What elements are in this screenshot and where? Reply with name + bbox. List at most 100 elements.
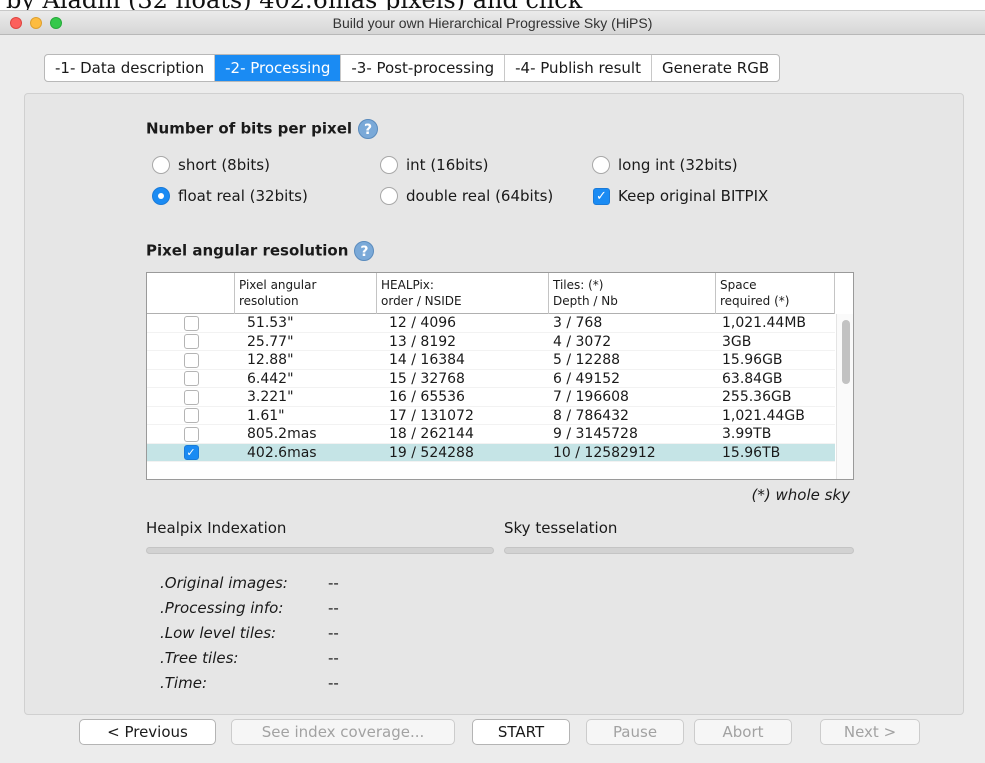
table-cell-order-nside: 18 / 262144 bbox=[389, 426, 474, 442]
help-icon[interactable]: ? bbox=[358, 119, 379, 139]
table-scrollbar[interactable] bbox=[836, 314, 853, 479]
row-checkbox[interactable] bbox=[183, 334, 199, 349]
table-cell-space: 15.96GB bbox=[722, 352, 783, 368]
table-cell-order-nside: 19 / 524288 bbox=[389, 444, 474, 461]
header-line: Tiles: (*) bbox=[553, 278, 604, 292]
table-cell-depth-nb: 4 / 3072 bbox=[553, 333, 612, 350]
row-checkbox[interactable] bbox=[183, 315, 199, 331]
checkmark-icon[interactable]: ✓ bbox=[183, 445, 199, 460]
table-row[interactable]: 12.88" 14 / 16384 5 / 12288 15.96GB bbox=[147, 351, 835, 370]
table-cell-order-nside: 12 / 4096 bbox=[389, 315, 457, 331]
radio-label: long int (32bits) bbox=[618, 156, 738, 174]
table-row[interactable]: 805.2mas 18 / 262144 9 / 3145728 3.99TB bbox=[147, 425, 835, 444]
pixel-resolution-heading: Pixel angular resolution? bbox=[146, 241, 375, 261]
tab-publish-result[interactable]: -4- Publish result bbox=[505, 55, 652, 81]
table-cell-resolution: 402.6mas bbox=[247, 444, 317, 461]
column-header-healpix[interactable]: HEALPix: order / NSIDE bbox=[377, 273, 549, 314]
abort-button[interactable]: Abort bbox=[694, 719, 792, 745]
title-bar: Build your own Hierarchical Progressive … bbox=[0, 11, 985, 35]
table-row[interactable]: 1.61" 17 / 131072 8 / 786432 1,021.44GB bbox=[147, 407, 835, 425]
info-processing-info: .Processing info: -- bbox=[160, 599, 339, 621]
header-line: required (*) bbox=[720, 294, 790, 308]
info-key: .Original images: bbox=[160, 574, 288, 592]
column-header-resolution[interactable]: Pixel angular resolution bbox=[235, 273, 377, 314]
table-cell-resolution: 25.77" bbox=[247, 333, 294, 350]
radio-circle[interactable] bbox=[380, 187, 398, 205]
table-row[interactable]: ✓ 402.6mas 19 / 524288 10 / 12582912 15.96TB bbox=[147, 443, 835, 462]
next-button[interactable]: Next > bbox=[820, 719, 920, 745]
table-cell-depth-nb: 6 / 49152 bbox=[553, 370, 621, 387]
radio-circle-selected[interactable] bbox=[152, 187, 170, 205]
radio-circle[interactable] bbox=[380, 156, 398, 174]
row-checkbox[interactable] bbox=[183, 352, 199, 368]
tab-bar: -1- Data description -2- Processing -3- … bbox=[44, 54, 781, 82]
radio-long-int-32bits[interactable]: long int (32bits) bbox=[592, 154, 738, 176]
row-checkbox[interactable] bbox=[183, 408, 199, 423]
row-select-cell[interactable] bbox=[147, 407, 235, 425]
header-line: HEALPix: bbox=[381, 278, 434, 292]
info-key: .Processing info: bbox=[160, 599, 284, 617]
radio-label: float real (32bits) bbox=[178, 187, 308, 205]
row-select-cell[interactable] bbox=[147, 351, 235, 369]
checkmark-icon[interactable]: ✓ bbox=[593, 187, 610, 205]
table-header: Pixel angular resolution HEALPix: order … bbox=[147, 273, 835, 314]
keep-bitpix-checkbox[interactable]: ✓ Keep original BITPIX bbox=[593, 185, 768, 207]
radio-label: double real (64bits) bbox=[406, 187, 554, 205]
whole-sky-footnote: (*) whole sky bbox=[751, 486, 850, 504]
column-header-select bbox=[147, 273, 235, 314]
table-cell-resolution: 12.88" bbox=[247, 352, 294, 368]
table-cell-resolution: 3.221" bbox=[247, 389, 294, 405]
info-value: -- bbox=[328, 574, 339, 592]
table-row[interactable]: 25.77" 13 / 8192 4 / 3072 3GB bbox=[147, 333, 835, 351]
table-cell-resolution: 1.61" bbox=[247, 407, 285, 424]
row-select-cell[interactable]: ✓ bbox=[147, 444, 235, 462]
tab-data-description[interactable]: -1- Data description bbox=[45, 55, 216, 81]
radio-int-16bits[interactable]: int (16bits) bbox=[380, 154, 489, 176]
header-line: Pixel angular bbox=[239, 278, 317, 292]
table-cell-space: 255.36GB bbox=[722, 389, 792, 405]
info-tree-tiles: .Tree tiles: -- bbox=[160, 649, 339, 671]
table-cell-order-nside: 16 / 65536 bbox=[389, 389, 465, 405]
see-index-coverage-button[interactable]: See index coverage... bbox=[231, 719, 455, 745]
table-cell-space: 63.84GB bbox=[722, 370, 783, 387]
row-select-cell[interactable] bbox=[147, 333, 235, 351]
tab-generate-rgb[interactable]: Generate RGB bbox=[652, 55, 779, 81]
bits-per-pixel-title: Number of bits per pixel bbox=[146, 119, 353, 138]
healpix-progress-bar bbox=[146, 547, 494, 554]
header-line: Depth / Nb bbox=[553, 294, 618, 308]
radio-circle[interactable] bbox=[592, 156, 610, 174]
pause-button[interactable]: Pause bbox=[586, 719, 684, 745]
row-checkbox[interactable] bbox=[183, 371, 199, 386]
radio-short-8bits[interactable]: short (8bits) bbox=[152, 154, 270, 176]
table-row[interactable]: 6.442" 15 / 32768 6 / 49152 63.84GB bbox=[147, 370, 835, 388]
previous-button[interactable]: < Previous bbox=[79, 719, 216, 745]
tab-post-processing[interactable]: -3- Post-processing bbox=[341, 55, 506, 81]
row-checkbox[interactable] bbox=[183, 426, 199, 442]
header-line: resolution bbox=[239, 294, 299, 308]
radio-double-real-64bits[interactable]: double real (64bits) bbox=[380, 185, 553, 207]
table-row[interactable]: 3.221" 16 / 65536 7 / 196608 255.36GB bbox=[147, 388, 835, 407]
table-row[interactable]: 51.53" 12 / 4096 3 / 768 1,021.44MB bbox=[147, 314, 835, 333]
info-value: -- bbox=[328, 599, 339, 617]
tab-processing[interactable]: -2- Processing bbox=[215, 55, 342, 81]
column-header-tiles[interactable]: Tiles: (*) Depth / Nb bbox=[549, 273, 716, 314]
row-select-cell[interactable] bbox=[147, 370, 235, 388]
table-cell-resolution: 805.2mas bbox=[247, 426, 317, 442]
table-cell-depth-nb: 9 / 3145728 bbox=[553, 426, 638, 442]
scrollbar-thumb[interactable] bbox=[842, 320, 850, 384]
row-select-cell[interactable] bbox=[147, 425, 235, 443]
radio-float-real-32bits[interactable]: float real (32bits) bbox=[152, 185, 308, 207]
table-cell-depth-nb: 5 / 12288 bbox=[553, 352, 621, 368]
start-button[interactable]: START bbox=[472, 719, 570, 745]
info-key: .Tree tiles: bbox=[160, 649, 239, 667]
row-checkbox[interactable] bbox=[183, 389, 199, 405]
radio-label: short (8bits) bbox=[178, 156, 270, 174]
info-value: -- bbox=[328, 649, 339, 667]
column-header-space[interactable]: Space required (*) bbox=[716, 273, 835, 314]
hips-builder-window: Build your own Hierarchical Progressive … bbox=[0, 10, 985, 763]
row-select-cell[interactable] bbox=[147, 388, 235, 406]
table-cell-space: 15.96TB bbox=[722, 444, 781, 461]
help-icon[interactable]: ? bbox=[354, 241, 375, 261]
row-select-cell[interactable] bbox=[147, 314, 235, 332]
radio-circle[interactable] bbox=[152, 156, 170, 174]
